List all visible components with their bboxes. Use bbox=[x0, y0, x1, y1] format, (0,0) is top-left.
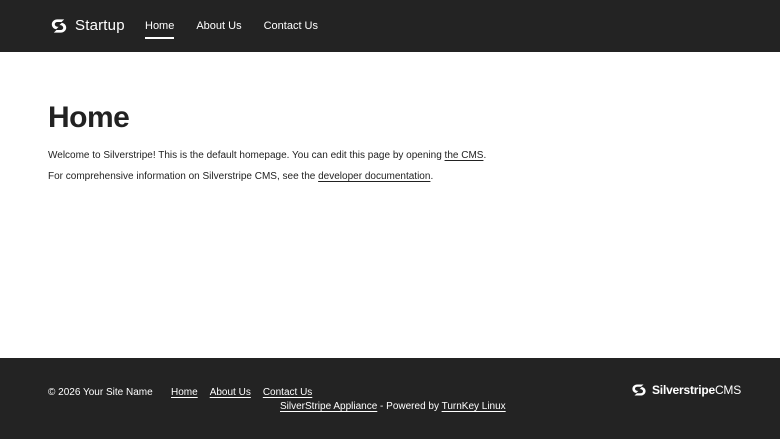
cms-link[interactable]: the CMS bbox=[445, 150, 484, 161]
nav-about-us[interactable]: About Us bbox=[196, 18, 241, 34]
silverstripe-wordmark-bold: Silverstripe bbox=[652, 383, 715, 397]
page-title: Home bbox=[48, 101, 130, 134]
brand-name: Startup bbox=[75, 17, 125, 34]
developer-documentation-link[interactable]: developer documentation bbox=[318, 171, 430, 182]
footer-navigation: Home About Us Contact Us bbox=[171, 386, 312, 400]
nav-contact-us[interactable]: Contact Us bbox=[264, 18, 318, 34]
documentation-paragraph: For comprehensive information on Silvers… bbox=[48, 170, 728, 183]
documentation-text: For comprehensive information on Silvers… bbox=[48, 171, 319, 182]
primary-navigation: Home About Us Contact Us bbox=[145, 0, 318, 52]
main-content: Home Welcome to Silverstripe! This is th… bbox=[48, 100, 728, 183]
footer-nav-contact-us[interactable]: Contact Us bbox=[263, 386, 312, 400]
powered-by-line: SilverStripe Appliance - Powered by Turn… bbox=[280, 400, 506, 414]
welcome-paragraph: Welcome to Silverstripe! This is the def… bbox=[48, 149, 728, 162]
brand-link[interactable]: Startup bbox=[48, 16, 125, 36]
silverstripe-cms-logo-link[interactable]: SilverstripeCMS bbox=[629, 382, 741, 398]
silverstripe-cms-wordmark: SilverstripeCMS bbox=[652, 382, 741, 398]
powered-by-text: - Powered by bbox=[377, 401, 442, 412]
nav-home[interactable]: Home bbox=[145, 18, 175, 39]
cms-wordmark-light: CMS bbox=[714, 383, 742, 397]
footer-nav-about-us[interactable]: About Us bbox=[210, 386, 251, 400]
site-header: Startup Home About Us Contact Us bbox=[0, 0, 780, 52]
welcome-period: . bbox=[483, 150, 487, 161]
silverstripe-logo-icon bbox=[48, 16, 70, 36]
footer-nav-home[interactable]: Home bbox=[171, 386, 198, 400]
footer-copyright: © 2026 Your Site Name bbox=[48, 387, 153, 398]
turnkey-linux-link[interactable]: TurnKey Linux bbox=[442, 401, 506, 412]
silverstripe-logo-icon bbox=[629, 382, 649, 398]
page-content: Welcome to Silverstripe! This is the def… bbox=[48, 149, 728, 183]
page: Startup Home About Us Contact Us Home We… bbox=[0, 0, 780, 439]
documentation-period: . bbox=[430, 171, 434, 182]
welcome-text: Welcome to Silverstripe! This is the def… bbox=[48, 150, 445, 161]
silverstripe-appliance-link[interactable]: SilverStripe Appliance bbox=[280, 401, 377, 412]
site-footer: © 2026 Your Site Name Home About Us Cont… bbox=[0, 358, 780, 439]
